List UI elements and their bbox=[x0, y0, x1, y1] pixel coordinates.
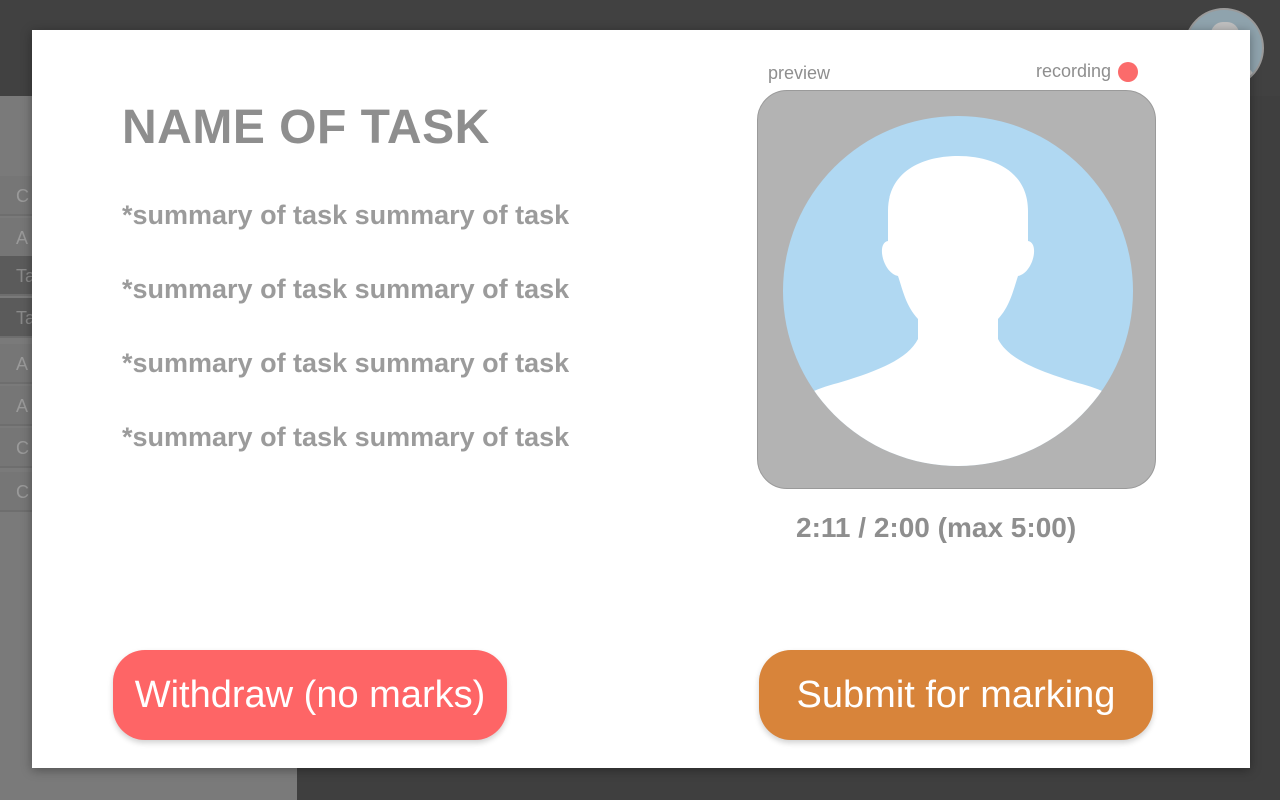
recording-indicator: recording bbox=[1036, 61, 1139, 82]
withdraw-button[interactable]: Withdraw (no marks) bbox=[113, 650, 507, 740]
task-title: NAME OF TASK bbox=[122, 101, 490, 154]
person-silhouette-icon bbox=[783, 116, 1133, 466]
task-summary-line: *summary of task summary of task bbox=[122, 422, 570, 452]
submit-for-marking-button[interactable]: Submit for marking bbox=[759, 650, 1153, 740]
video-preview bbox=[757, 90, 1156, 489]
recording-timer: 2:11 / 2:00 (max 5:00) bbox=[796, 512, 1077, 543]
task-summary-line: *summary of task summary of task bbox=[122, 200, 570, 230]
recording-dot-icon bbox=[1118, 61, 1139, 82]
preview-label: preview bbox=[768, 63, 831, 83]
recording-label: recording bbox=[1036, 61, 1112, 81]
task-submission-dialog: NAME OF TASK *summary of task summary of… bbox=[32, 30, 1250, 768]
task-summary-line: *summary of task summary of task bbox=[122, 274, 570, 304]
task-summary-line: *summary of task summary of task bbox=[122, 348, 570, 378]
app-root: C A Ta Ta A A C C NAME OF TASK *summary … bbox=[0, 0, 1280, 800]
